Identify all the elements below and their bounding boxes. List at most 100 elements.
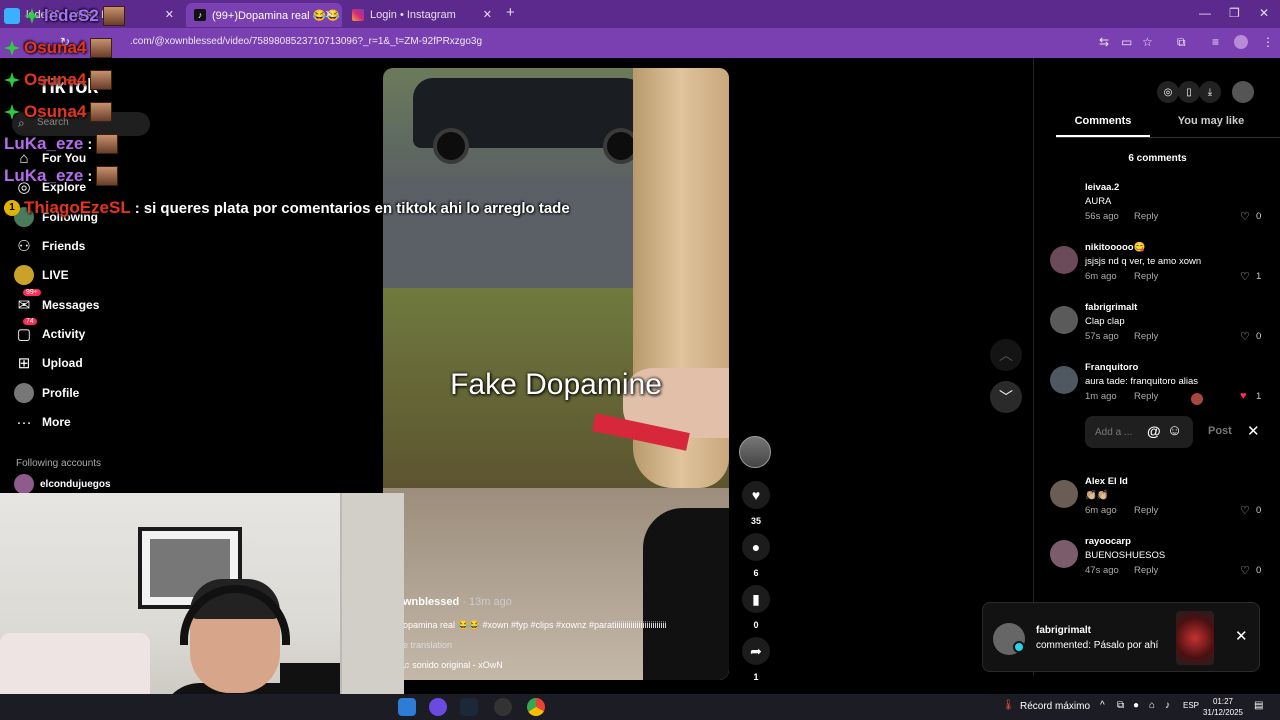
comment-bubble-icon[interactable]: ● xyxy=(742,533,770,561)
reply-button[interactable]: Reply xyxy=(1134,391,1158,402)
video-player[interactable]: Fake Dopamine wnblessed · 13m ago opamin… xyxy=(383,68,729,680)
bookmark-icon[interactable]: ▮ xyxy=(742,585,770,613)
video-thumbnail xyxy=(1176,611,1214,665)
notification-toast[interactable]: fabrigrimalt commented: Pásalo por ahí ✕ xyxy=(982,602,1260,672)
tab-comments[interactable]: Comments xyxy=(1056,115,1150,127)
translate-icon[interactable]: ⇆ xyxy=(1099,35,1109,49)
bookmark-star-icon[interactable]: ☆ xyxy=(1142,35,1153,49)
menu-dots-icon[interactable]: ⋮ xyxy=(1262,35,1274,49)
tray-icon[interactable]: ⧉ xyxy=(1117,700,1124,711)
tab-tiktok[interactable]: ♪ (99+)Dopamina real 😂😂 #x ✕ xyxy=(186,3,342,27)
comment-user[interactable]: Alex El Id xyxy=(1085,476,1128,487)
sound-link[interactable]: ♫ sonido original - xOwN xyxy=(403,660,503,670)
heart-outline-icon[interactable]: ♡ xyxy=(1240,564,1250,577)
nav-upload[interactable]: ⊞ Upload xyxy=(14,351,83,375)
steam-icon[interactable] xyxy=(460,698,478,716)
nav-more[interactable]: ··· More xyxy=(14,410,71,434)
close-window-button[interactable]: ✕ xyxy=(1259,6,1269,20)
mic-icon[interactable]: ● xyxy=(1133,700,1139,711)
reply-button[interactable]: Reply xyxy=(1134,565,1158,576)
avatar[interactable] xyxy=(1050,186,1078,214)
user-avatar[interactable] xyxy=(1232,81,1254,103)
restore-button[interactable]: ❐ xyxy=(1229,6,1240,20)
following-accounts-heading: Following accounts xyxy=(16,458,102,469)
next-video-chevron-down-icon[interactable]: ﹀ xyxy=(990,381,1022,413)
like-heart-icon[interactable]: ♥ xyxy=(742,481,770,509)
close-icon[interactable]: ✕ xyxy=(483,8,492,21)
avatar[interactable] xyxy=(1050,366,1078,394)
taskbar: 🌡 Récord máximo ^ ⧉ ● ⌂ ♪ ESP 01:27 31/1… xyxy=(0,694,1280,720)
language-indicator[interactable]: ESP xyxy=(1183,701,1199,710)
previous-video-chevron-up-icon[interactable]: ︿ xyxy=(990,339,1022,371)
notification-icon[interactable]: ▤ xyxy=(1254,700,1263,711)
app-icon[interactable] xyxy=(398,698,416,716)
reply-button[interactable]: Reply xyxy=(1134,505,1158,516)
reply-button[interactable]: Reply xyxy=(1134,331,1158,342)
comment-count-label: 6 comments xyxy=(1128,153,1187,164)
obs-icon[interactable] xyxy=(494,698,512,716)
heart-outline-icon[interactable]: ♡ xyxy=(1240,270,1250,283)
mention-at-icon[interactable]: @ xyxy=(1147,423,1161,439)
author-name[interactable]: wnblessed xyxy=(403,596,459,608)
volume-icon[interactable]: ♪ xyxy=(1165,700,1170,711)
comment-input[interactable] xyxy=(1095,424,1141,440)
chevron-up-icon[interactable]: ^ xyxy=(1100,700,1105,711)
minimize-button[interactable]: — xyxy=(1199,6,1211,20)
heart-filled-icon[interactable]: ♥ xyxy=(1240,390,1247,402)
network-icon[interactable]: ⌂ xyxy=(1149,700,1155,711)
heart-outline-icon[interactable]: ♡ xyxy=(1240,504,1250,517)
nav-messages[interactable]: ✉ 99+ Messages xyxy=(14,289,99,317)
add-comment-field[interactable]: @ ☺ xyxy=(1085,416,1193,448)
extensions-icon[interactable]: ⧉ xyxy=(1177,35,1186,50)
cast-icon[interactable]: ▭ xyxy=(1121,35,1132,49)
device-icon[interactable]: ▯ xyxy=(1178,81,1200,103)
nav-friends[interactable]: ⚇ Friends xyxy=(14,234,85,258)
download-icon[interactable]: ⤓ xyxy=(1199,81,1221,103)
comment-user[interactable]: rayoocarp xyxy=(1085,536,1131,547)
following-account-item[interactable]: elcondujuegos xyxy=(14,474,111,494)
tab-instagram[interactable]: Login • Instagram ✕ xyxy=(344,3,500,27)
comment-user[interactable]: fabrigrimalt xyxy=(1085,302,1137,313)
reply-button[interactable]: Reply xyxy=(1134,271,1158,282)
nav-live[interactable]: LIVE xyxy=(14,263,69,287)
url-text[interactable]: .com/@xownblessed/video/7589808523710713… xyxy=(130,36,482,47)
chat-username: LuKa_eze xyxy=(4,134,84,153)
creator-avatar[interactable] xyxy=(739,436,771,468)
close-icon[interactable]: ✕ xyxy=(1247,422,1260,440)
avatar[interactable] xyxy=(1050,540,1078,568)
close-icon[interactable]: ✕ xyxy=(1235,627,1248,645)
new-tab-button[interactable]: + xyxy=(506,4,515,21)
emoji-icon[interactable]: ☺ xyxy=(1167,422,1182,439)
discord-icon[interactable] xyxy=(429,698,447,716)
compass-small-icon[interactable]: ◎ xyxy=(1157,81,1179,103)
see-translation-link[interactable]: e translation xyxy=(403,640,452,650)
media-icon[interactable]: ≡ xyxy=(1212,35,1219,49)
comment-user[interactable]: nikitooooo😋 xyxy=(1085,242,1145,253)
comment-user[interactable]: Franquitoro xyxy=(1085,362,1138,373)
heart-outline-icon[interactable]: ♡ xyxy=(1240,210,1250,223)
post-button[interactable]: Post xyxy=(1208,425,1232,437)
avatar[interactable] xyxy=(1050,480,1078,508)
emote-icon xyxy=(90,38,113,58)
badge-icon xyxy=(24,8,40,24)
chrome-icon[interactable] xyxy=(527,698,545,716)
weather-text[interactable]: Récord máximo xyxy=(1020,701,1090,712)
comment-user[interactable]: leivaa.2 xyxy=(1085,182,1119,193)
close-icon[interactable]: ✕ xyxy=(165,8,174,21)
nav-activity[interactable]: ▢ 74 Activity xyxy=(14,318,85,346)
chat-message: si queres plata por comentarios en tikto… xyxy=(143,199,570,217)
share-arrow-icon[interactable]: ➦ xyxy=(742,637,770,665)
close-icon[interactable]: ✕ xyxy=(325,8,334,21)
nav-profile[interactable]: Profile xyxy=(14,381,79,405)
avatar[interactable] xyxy=(1050,306,1078,334)
heart-outline-icon[interactable]: ♡ xyxy=(1240,330,1250,343)
badge-icon xyxy=(4,72,20,88)
toast-message: commented: Pásalo por ahí xyxy=(1036,640,1159,651)
comment-item: rayoocarp BUENOSHUESOS 47s ago Reply ♡ 0 xyxy=(1048,536,1278,590)
avatar[interactable] xyxy=(1050,246,1078,274)
clock[interactable]: 01:27 31/12/2025 xyxy=(1201,696,1245,718)
tab-you-may-like[interactable]: You may like xyxy=(1164,115,1258,127)
profile-avatar-icon[interactable] xyxy=(1234,35,1248,49)
reply-button[interactable]: Reply xyxy=(1134,211,1158,222)
video-overlay-text: Fake Dopamine xyxy=(450,368,662,401)
